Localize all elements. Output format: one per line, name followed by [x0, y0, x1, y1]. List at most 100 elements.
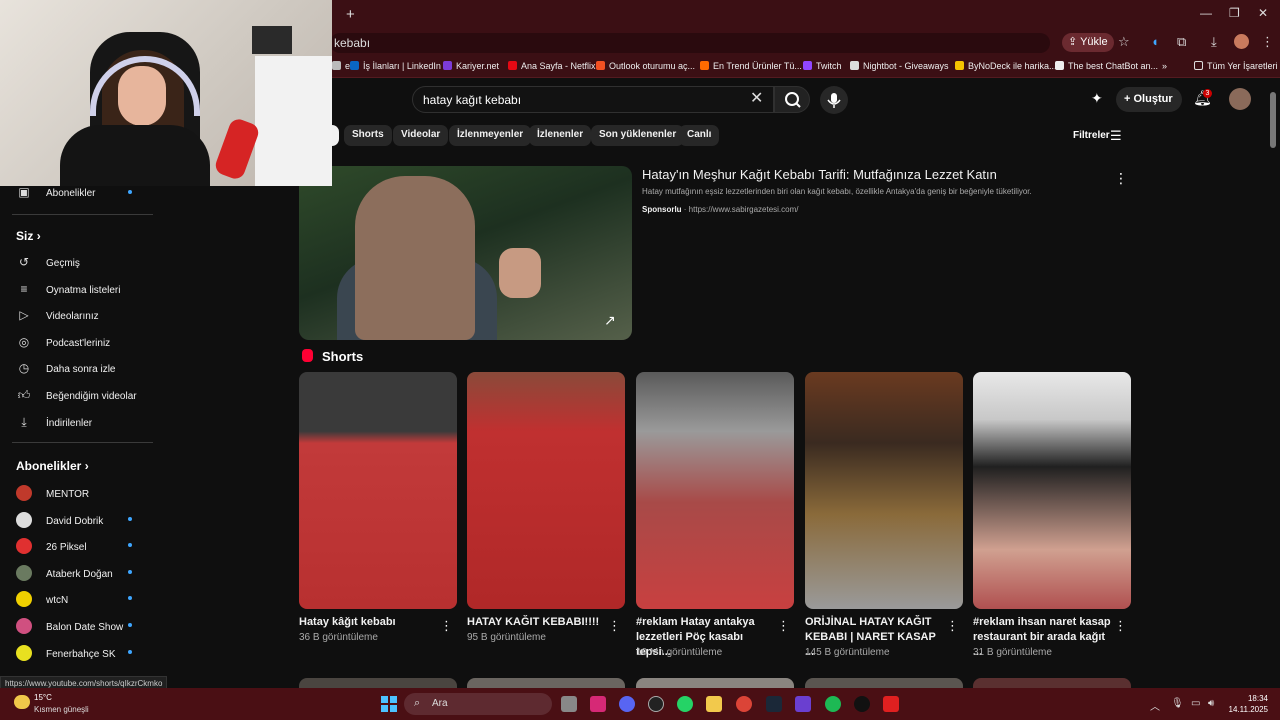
account-avatar[interactable]: [1229, 88, 1251, 110]
short-thumbnail[interactable]: [636, 372, 794, 609]
weather-temp[interactable]: 15°C: [34, 693, 52, 702]
short-more-icon[interactable]: ⋮: [608, 618, 621, 634]
tray-mic-icon[interactable]: 🎙︎: [1171, 698, 1184, 709]
bookmark-item[interactable]: The best ChatBot an...: [1055, 61, 1158, 71]
subscription-channel[interactable]: MENTOR: [16, 485, 89, 503]
bookmark-star-icon[interactable]: ☆: [1118, 34, 1130, 50]
sidebar-heading-you[interactable]: Siz ›: [16, 229, 41, 243]
next-row-thumbnail[interactable]: [299, 678, 457, 688]
bookmark-item[interactable]: Outlook oturumu aç...: [596, 61, 695, 71]
voice-search-button[interactable]: [820, 86, 848, 114]
download-icon[interactable]: ⤓: [1211, 34, 1217, 50]
sidebar-item[interactable]: ↺ Geçmiş: [16, 255, 80, 273]
bookmark-item[interactable]: İş İlanları | LinkedIn: [350, 61, 441, 71]
clear-search-icon[interactable]: ✕: [750, 88, 763, 108]
next-row-thumbnail[interactable]: [973, 678, 1131, 688]
extensions-puzzle-icon[interactable]: ⧉: [1177, 34, 1186, 50]
close-window-icon[interactable]: ✕: [1258, 6, 1268, 20]
all-bookmarks-folder[interactable]: Tüm Yer İşaretleri: [1194, 61, 1278, 71]
subscription-channel[interactable]: wtcN: [16, 591, 68, 609]
weather-sun-icon[interactable]: [14, 695, 30, 709]
sidebar-item-subscriptions[interactable]: ▣ Abonelikler: [16, 185, 95, 203]
github-icon[interactable]: [648, 696, 664, 712]
discord-icon[interactable]: [619, 696, 635, 712]
filter-chip[interactable]: Canlı: [679, 125, 720, 146]
whatsapp-icon[interactable]: [677, 696, 693, 712]
subscription-channel[interactable]: Fenerbahçe SK: [16, 644, 116, 663]
vpn-icon[interactable]: [795, 696, 811, 712]
next-row-thumbnail[interactable]: [467, 678, 625, 688]
bookmark-item[interactable]: Nightbot - Giveaways: [850, 61, 949, 71]
create-button[interactable]: + Oluştur: [1116, 87, 1182, 112]
steam-icon[interactable]: [766, 696, 782, 712]
browser-profile-avatar[interactable]: [1234, 34, 1249, 49]
ad-title[interactable]: Hatay'ın Meşhur Kağıt Kebabı Tarifi: Mut…: [642, 167, 997, 182]
filter-chip[interactable]: İzlenenler: [529, 125, 592, 146]
short-thumbnail[interactable]: [805, 372, 963, 609]
file-explorer-icon[interactable]: [706, 696, 722, 712]
sidebar-item[interactable]: ⤓ İndirilenler: [16, 415, 92, 433]
short-more-icon[interactable]: ⋮: [1114, 618, 1127, 634]
ad-more-icon[interactable]: ⋮: [1114, 170, 1128, 187]
spotify-icon[interactable]: [825, 696, 841, 712]
recording-app-icon[interactable]: [883, 696, 899, 712]
ad-url[interactable]: https://www.sabirgazetesi.com/: [689, 205, 799, 214]
filter-chip[interactable]: Son yüklenenler: [591, 125, 685, 146]
bookmark-item[interactable]: Kariyer.net: [443, 61, 499, 71]
chrome-icon[interactable]: [736, 696, 752, 712]
tray-chevron-up-icon[interactable]: ︿: [1150, 698, 1160, 713]
windows-start-icon[interactable]: [381, 696, 397, 712]
short-title[interactable]: Hatay kâğıt kebabı: [299, 615, 439, 630]
next-row-thumbnail[interactable]: [636, 678, 794, 688]
sidebar-item[interactable]: 👍︎ Beğendiğim videolar: [16, 388, 137, 406]
filters-sliders-icon[interactable]: ☰: [1110, 128, 1122, 144]
bookmark-item[interactable]: Twitch: [803, 61, 842, 71]
external-link-icon[interactable]: ↗: [604, 312, 616, 329]
tray-volume-icon[interactable]: 🔊︎: [1208, 698, 1214, 709]
subscription-channel[interactable]: Balon Date Show: [16, 618, 123, 636]
bookmark-item[interactable]: ByNoDeck ile harika...: [955, 61, 1057, 71]
page-scrollbar[interactable]: [1270, 92, 1276, 148]
maximize-icon[interactable]: ❐: [1229, 6, 1240, 20]
next-row-thumbnail[interactable]: [805, 678, 963, 688]
browser-menu-icon[interactable]: ⋮: [1261, 34, 1274, 50]
short-thumbnail[interactable]: [299, 372, 457, 609]
task-view-icon[interactable]: [561, 696, 577, 712]
filter-chip[interactable]: Videolar: [393, 125, 449, 146]
taskbar-clock[interactable]: 18:34 14.11.2025: [1226, 693, 1268, 715]
subscription-channel[interactable]: Ataberk Doğan: [16, 564, 113, 583]
bookmark-item[interactable]: Ana Sayfa - Netflix: [508, 61, 596, 71]
filter-chip[interactable]: İzlenmeyenler: [449, 125, 532, 146]
logitech-icon[interactable]: [854, 696, 870, 712]
short-title[interactable]: HATAY KAĞIT KEBABI!!!!: [467, 615, 607, 630]
minimize-icon[interactable]: —: [1200, 6, 1212, 20]
search-input[interactable]: hatay kağıt kebabı: [412, 86, 774, 113]
short-thumbnail[interactable]: [467, 372, 625, 609]
sidebar-item[interactable]: ▷ Videolarınız: [16, 308, 98, 326]
bookmark-item[interactable]: En Trend Ürünler Tü...: [700, 61, 802, 71]
filter-chip[interactable]: Shorts: [344, 125, 392, 146]
more-bookmarks-icon[interactable]: »: [1162, 61, 1167, 71]
upload-button[interactable]: ⇪ Yükle: [1062, 33, 1114, 52]
search-button[interactable]: [774, 86, 810, 113]
sidebar-heading-subscriptions[interactable]: Abonelikler ›: [16, 459, 89, 473]
tray-network-icon[interactable]: ▭: [1191, 698, 1200, 709]
short-more-icon[interactable]: ⋮: [946, 618, 959, 634]
bookmark-item[interactable]: e: [332, 61, 350, 71]
new-tab-icon[interactable]: +: [346, 6, 355, 23]
short-more-icon[interactable]: ⋮: [777, 618, 790, 634]
subscription-channel[interactable]: 26 Piksel: [16, 538, 87, 556]
extension-icon[interactable]: ◖: [1151, 34, 1159, 49]
sidebar-item[interactable]: ◷ Daha sonra izle: [16, 361, 116, 379]
ad-thumbnail[interactable]: [299, 166, 632, 340]
sidebar-item[interactable]: ◎ Podcast'leriniz: [16, 335, 110, 353]
instagram-icon[interactable]: [590, 696, 606, 712]
cast-icon[interactable]: ✦: [1091, 90, 1103, 107]
taskbar-search[interactable]: Ara: [404, 693, 552, 715]
filters-button[interactable]: Filtreler: [1073, 130, 1110, 141]
short-more-icon[interactable]: ⋮: [440, 618, 453, 634]
address-bar[interactable]: kebabı: [330, 33, 1050, 53]
sidebar-item[interactable]: ≡ Oynatma listeleri: [16, 282, 120, 300]
short-thumbnail[interactable]: [973, 372, 1131, 609]
subscription-channel[interactable]: David Dobrik: [16, 511, 103, 530]
